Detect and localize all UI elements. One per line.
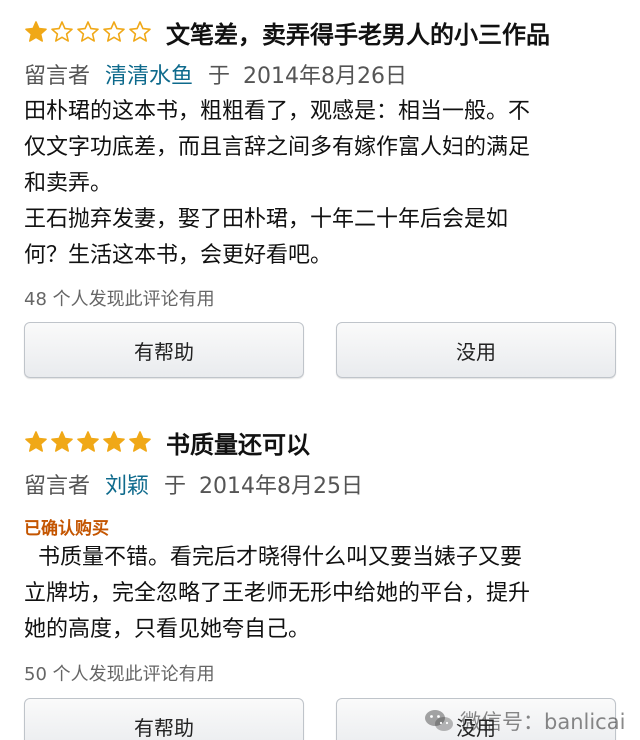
review-body-line: 和卖弄。 (24, 171, 113, 196)
date-prefix: 于 (208, 64, 231, 89)
helpful-count: 50 个人发现此评论有用 (24, 664, 215, 685)
star-icon (129, 431, 151, 452)
review-body: 田朴珺的这本书，粗粗看了，观感是：相当一般。不 仅文字功底差，而且言辞之间多有嫁… (24, 94, 624, 274)
star-rating (24, 20, 152, 44)
helpful-yes-button[interactable]: 有帮助 (24, 322, 304, 378)
date-prefix: 于 (164, 474, 187, 499)
review-body-line: 王石抛弃发妻，娶了田朴珺，十年二十年后会是如 (24, 207, 509, 232)
review-header: 文笔差，卖弄得手老男人的小三作品 (24, 15, 550, 50)
review-date: 2014年8月26日 (243, 64, 408, 89)
star-icon (51, 21, 73, 42)
verified-purchase-badge: 已确认购买 (24, 519, 109, 539)
star-icon (25, 431, 47, 452)
helpful-yes-button[interactable]: 有帮助 (24, 698, 304, 740)
helpful-no-button[interactable]: 没用 (336, 322, 616, 378)
star-rating (24, 430, 152, 454)
review-date: 2014年8月25日 (199, 474, 364, 499)
helpful-count: 48 个人发现此评论有用 (24, 289, 215, 310)
reviewer-label: 留言者 (24, 474, 91, 499)
star-icon (51, 431, 73, 452)
watermark: 微信号：banlicai (424, 702, 625, 740)
star-icon (25, 21, 47, 42)
review-body-line: 她的高度，只看见她夸自己。 (24, 617, 311, 642)
star-icon (103, 431, 125, 452)
watermark-text: 微信号：banlicai (460, 710, 626, 734)
review-meta: 留言者 清清水鱼 于 2014年8月26日 (24, 58, 407, 90)
review-body: 书质量不错。看完后才晓得什么叫又要当婊子又要 立牌坊，完全忽略了王老师无形中给她… (24, 540, 624, 648)
review-body-line: 何？生活这本书，会更好看吧。 (24, 243, 333, 268)
wechat-icon (425, 710, 453, 731)
star-icon (129, 21, 151, 42)
star-icon (103, 21, 125, 42)
review-title[interactable]: 书质量还可以 (166, 425, 310, 460)
review-body-line: 仅文字功底差，而且言辞之间多有嫁作富人妇的满足 (24, 135, 531, 160)
reviewer-name-link[interactable]: 清清水鱼 (105, 64, 193, 89)
reviewer-label: 留言者 (24, 64, 91, 89)
review-body-line: 书质量不错。看完后才晓得什么叫又要当婊子又要 (24, 545, 523, 570)
reviewer-name-link[interactable]: 刘颖 (105, 474, 149, 499)
star-icon (77, 21, 99, 42)
star-icon (77, 431, 99, 452)
review-meta: 留言者 刘颖 于 2014年8月25日 (24, 468, 363, 500)
review-body-line: 立牌坊，完全忽略了王老师无形中给她的平台，提升 (24, 581, 531, 606)
review-title[interactable]: 文笔差，卖弄得手老男人的小三作品 (166, 15, 550, 50)
review-body-line: 田朴珺的这本书，粗粗看了，观感是：相当一般。不 (24, 99, 531, 124)
review-header: 书质量还可以 (24, 425, 310, 460)
